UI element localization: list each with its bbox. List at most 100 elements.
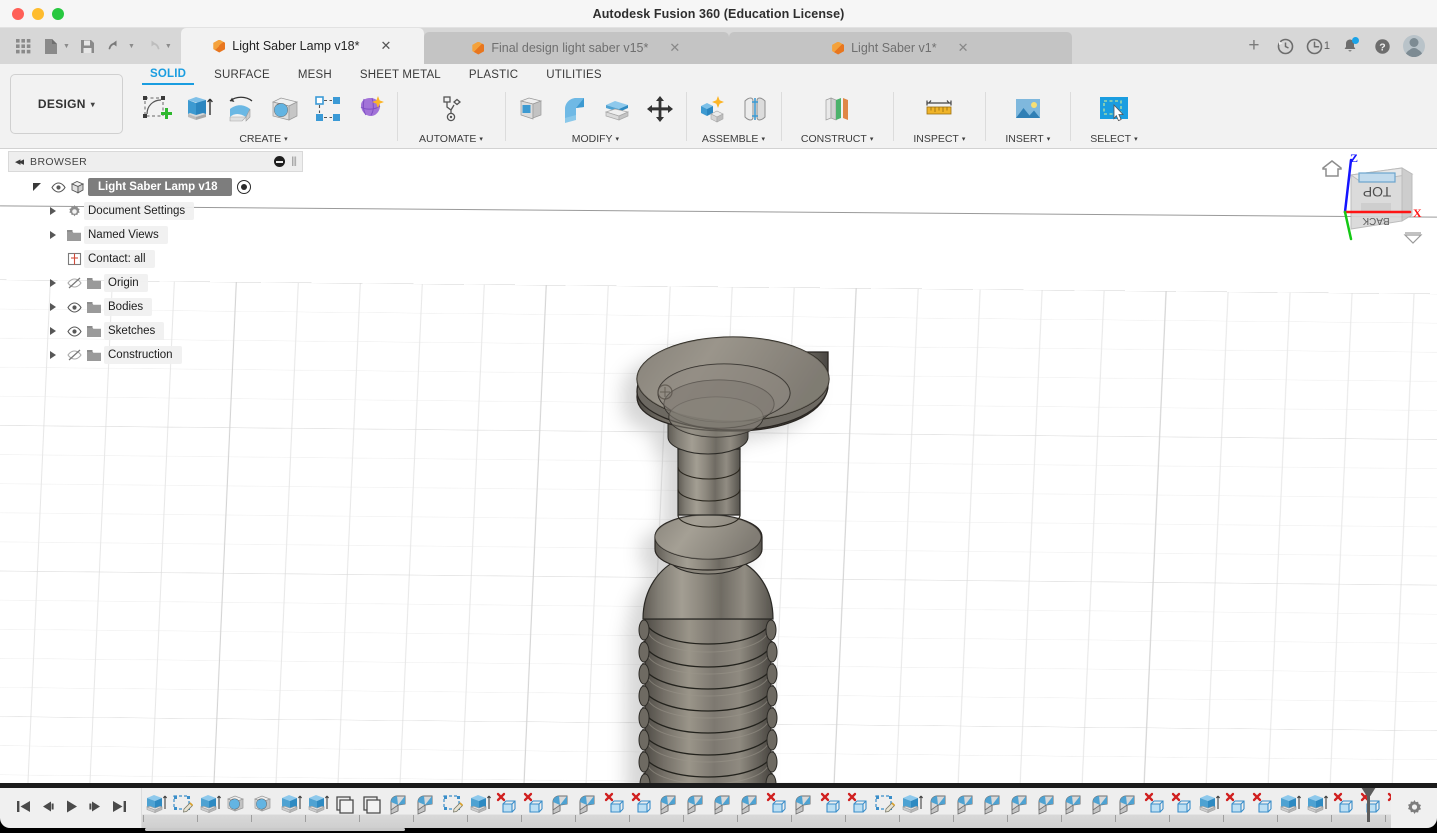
extrude-icon[interactable] [179,89,219,129]
ribbon-panel-automate-label[interactable]: AUTOMATE ▾ [419,130,483,147]
redo-caret-icon[interactable]: ▼ [165,43,172,50]
new-file-caret-icon[interactable]: ▼ [63,43,70,50]
timeline-feature-11[interactable] [439,790,466,818]
timeline-feature-42[interactable] [1276,790,1303,818]
timeline-feature-15[interactable] [547,790,574,818]
twisty-closed-icon[interactable] [42,303,64,311]
timeline-feature-10[interactable] [412,790,439,818]
timeline-feature-23[interactable] [763,790,790,818]
twisty-open-icon[interactable] [26,182,48,193]
timeline-feature-6[interactable] [304,790,331,818]
workspace-selector[interactable]: DESIGN ▾ [10,74,123,134]
ribbon-panel-create-label[interactable]: CREATE ▾ [239,130,287,147]
twisty-closed-icon[interactable] [42,231,64,239]
timeline-feature-46[interactable] [1384,790,1391,818]
timeline-playhead[interactable] [1367,788,1370,822]
eye-visible-icon[interactable] [64,301,84,313]
document-tab-1[interactable]: Final design light saber v15* ✕ [423,32,729,64]
measure-icon[interactable] [919,89,959,129]
help-icon[interactable]: ? [1367,31,1397,61]
timeline-feature-39[interactable] [1195,790,1222,818]
ribbon-tab-plastic[interactable]: PLASTIC [455,66,532,85]
browser-resize-grip[interactable]: ||| [291,156,297,167]
undo-caret-icon[interactable]: ▼ [128,43,135,50]
browser-item-contact[interactable]: Contact: all [8,247,303,271]
timeline-feature-24[interactable] [790,790,817,818]
timeline-feature-12[interactable] [466,790,493,818]
timeline-feature-40[interactable] [1222,790,1249,818]
browser-minimize-icon[interactable] [274,156,286,167]
eye-hidden-icon[interactable] [64,349,84,361]
step-back-icon[interactable] [36,794,59,818]
notifications-icon[interactable] [1335,31,1365,61]
timeline-feature-44[interactable] [1330,790,1357,818]
timeline-feature-19[interactable] [655,790,682,818]
timeline-feature-7[interactable] [331,790,358,818]
twisty-closed-icon[interactable] [42,207,64,215]
browser-item-sketches[interactable]: Sketches [8,319,303,343]
rectangular-pattern-icon[interactable] [308,89,348,129]
timeline-feature-3[interactable] [223,790,250,818]
timeline-feature-26[interactable] [844,790,871,818]
press-pull-icon[interactable] [511,89,551,129]
new-component-icon[interactable] [692,89,732,129]
browser-collapse-icon[interactable]: ◂◂ [15,155,24,168]
undo-icon[interactable] [103,32,129,60]
job-status-icon[interactable] [1271,31,1301,61]
3d-viewport[interactable]: ◂◂ BROWSER ||| Light Saber Lamp v18 Docu… [0,149,1437,783]
timeline-feature-41[interactable] [1249,790,1276,818]
eye-visible-icon[interactable] [48,181,68,193]
hole-icon[interactable] [265,89,305,129]
browser-item-light-saber-lamp[interactable]: Light Saber Lamp v18 [8,175,303,199]
document-tab-0[interactable]: Light Saber Lamp v18* ✕ [180,28,424,64]
ribbon-tab-sheet-metal[interactable]: SHEET METAL [346,66,455,85]
timeline-feature-37[interactable] [1141,790,1168,818]
timeline-feature-17[interactable] [601,790,628,818]
timeline-feature-36[interactable] [1114,790,1141,818]
document-tab-close-icon[interactable]: ✕ [380,38,391,54]
apps-grid-icon[interactable] [10,32,36,60]
timeline-feature-9[interactable] [385,790,412,818]
ribbon-panel-construct-label[interactable]: CONSTRUCT ▾ [801,130,873,147]
timeline-feature-22[interactable] [736,790,763,818]
twisty-closed-icon[interactable] [42,351,64,359]
timeline-feature-32[interactable] [1006,790,1033,818]
horizontal-scrollbar[interactable] [145,828,405,831]
timeline-feature-13[interactable] [493,790,520,818]
ribbon-panel-modify-label[interactable]: MODIFY ▾ [572,130,619,147]
play-icon[interactable] [60,794,83,818]
timeline-feature-35[interactable] [1087,790,1114,818]
browser-item-document-settings[interactable]: Document Settings [8,199,303,223]
timeline-feature-20[interactable] [682,790,709,818]
create-sketch-icon[interactable] [136,89,176,129]
account-avatar[interactable] [1399,31,1429,61]
ribbon-tab-solid[interactable]: SOLID [136,65,200,86]
ribbon-panel-assemble-label[interactable]: ASSEMBLE ▾ [702,130,765,147]
save-icon[interactable] [75,32,101,60]
ribbon-tab-utilities[interactable]: UTILITIES [532,66,615,85]
browser-item-bodies[interactable]: Bodies [8,295,303,319]
move-copy-icon[interactable] [640,89,680,129]
revolve-icon[interactable] [222,89,262,129]
timeline-feature-0[interactable] [142,790,169,818]
twisty-closed-icon[interactable] [42,327,64,335]
recent-activity-icon[interactable]: 1 [1303,31,1333,61]
browser-item-construction[interactable]: Construction [8,343,303,367]
timeline-feature-31[interactable] [979,790,1006,818]
automate-generative-icon[interactable] [431,89,471,129]
document-tab-2[interactable]: Light Saber v1* ✕ [728,32,1072,64]
skip-to-end-icon[interactable] [108,794,131,818]
timeline-feature-34[interactable] [1060,790,1087,818]
timeline-feature-25[interactable] [817,790,844,818]
timeline-feature-27[interactable] [871,790,898,818]
shell-icon[interactable] [597,89,637,129]
eye-visible-icon[interactable] [64,325,84,337]
skip-to-start-icon[interactable] [12,794,35,818]
select-window-icon[interactable] [1094,89,1134,129]
timeline-feature-5[interactable] [277,790,304,818]
fillet-icon[interactable] [554,89,594,129]
timeline-feature-14[interactable] [520,790,547,818]
document-tab-close-icon[interactable]: ✕ [669,40,680,56]
ribbon-tab-surface[interactable]: SURFACE [200,66,284,85]
timeline-feature-28[interactable] [898,790,925,818]
